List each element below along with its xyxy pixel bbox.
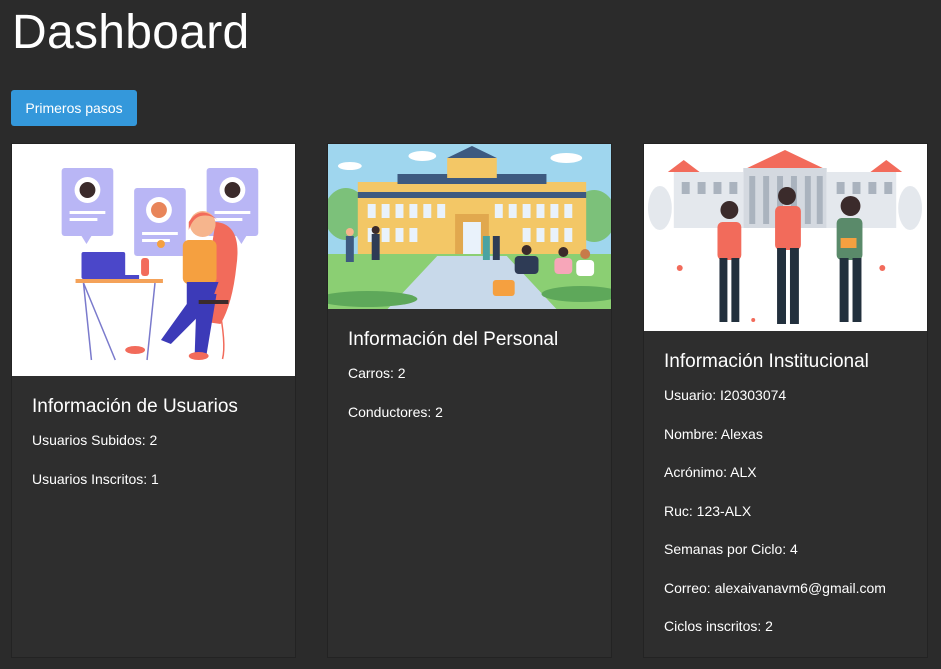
- card-title: Información del Personal: [348, 329, 559, 350]
- card-line: Semanas por Ciclo: 4: [664, 541, 798, 557]
- campus-illustration: [328, 144, 611, 309]
- card-line: Nombre: Alexas: [664, 425, 763, 442]
- card-line: Correo: alexaivanavm6@gmail.com: [664, 579, 886, 596]
- card-title: Información Institucional: [664, 351, 869, 372]
- card-line: Acrónimo: ALX: [664, 464, 757, 480]
- students-illustration: [644, 144, 927, 331]
- card-line: Ciclos inscritos: 2: [664, 618, 773, 634]
- primeros-pasos-button[interactable]: Primeros pasos: [11, 90, 137, 126]
- card-institucional: Información Institucional Usuario: I2030…: [643, 143, 928, 658]
- card-line: Usuario: I20303074: [664, 387, 787, 403]
- card-usuarios: Información de Usuarios Usuarios Subidos…: [11, 143, 296, 658]
- card-line: Carros: 2: [348, 365, 406, 381]
- card-title: Información de Usuarios: [32, 396, 238, 417]
- card-line: Usuarios Inscritos: 1: [32, 470, 159, 487]
- card-personal: Información del Personal Carros: 2 Condu…: [327, 143, 612, 658]
- card-line: Ruc: 123-ALX: [664, 502, 752, 519]
- card-line: Usuarios Subidos: 2: [32, 432, 158, 448]
- card-line: Conductores: 2: [348, 403, 443, 420]
- page-title: Dashboard: [12, 6, 250, 59]
- support-agent-illustration: [12, 144, 295, 376]
